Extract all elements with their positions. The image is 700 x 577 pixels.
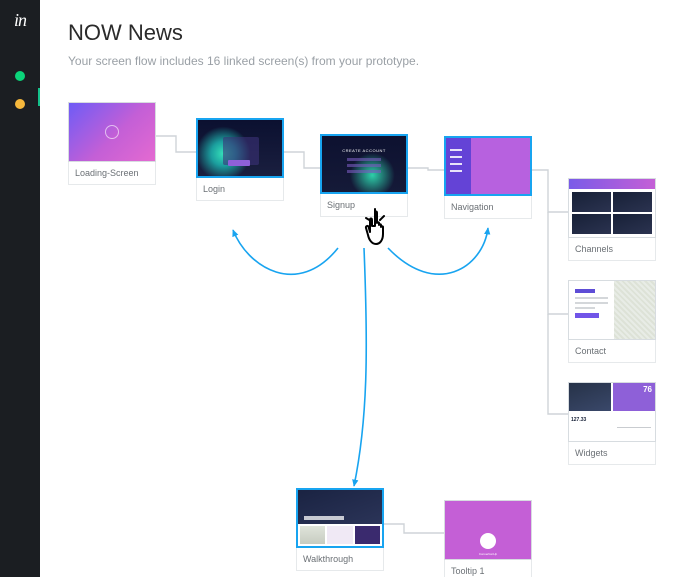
page-title: NOW News: [68, 20, 700, 46]
thumb-tooltip[interactable]: ConvertionUp: [444, 500, 532, 560]
page-subtitle: Your screen flow includes 16 linked scre…: [68, 54, 700, 68]
screen-widgets[interactable]: 76 127.33 Widgets: [568, 382, 656, 465]
widget-stat: 127.33: [571, 417, 586, 423]
dot-green[interactable]: [15, 71, 25, 81]
left-sidebar: in: [0, 0, 40, 577]
thumb-widgets[interactable]: 76 127.33: [568, 382, 656, 442]
label-navigation: Navigation: [444, 196, 532, 219]
label-signup: Signup: [320, 194, 408, 217]
screen-contact[interactable]: Contact: [568, 280, 656, 363]
flow-canvas[interactable]: Loading-Screen Login CREATE ACCOUNT Sign…: [68, 88, 700, 577]
label-login: Login: [196, 178, 284, 201]
label-tooltip: Tooltip 1: [444, 560, 532, 577]
thumb-channels[interactable]: [568, 178, 656, 238]
screen-navigation[interactable]: Navigation: [444, 136, 532, 219]
screen-loading[interactable]: Loading-Screen: [68, 102, 156, 185]
tooltip-text: ConvertionUp: [445, 552, 531, 556]
screen-tooltip[interactable]: ConvertionUp Tooltip 1: [444, 500, 532, 577]
thumb-walkthrough[interactable]: [296, 488, 384, 548]
label-walkthrough: Walkthrough: [296, 548, 384, 571]
invision-logo[interactable]: in: [14, 10, 26, 31]
screen-signup[interactable]: CREATE ACCOUNT Signup: [320, 134, 408, 217]
dot-orange[interactable]: [15, 99, 25, 109]
screen-login[interactable]: Login: [196, 118, 284, 201]
thumb-login[interactable]: [196, 118, 284, 178]
widget-number: 76: [613, 383, 655, 411]
label-widgets: Widgets: [568, 442, 656, 465]
label-channels: Channels: [568, 238, 656, 261]
app-root: in NOW News Your screen flow includes 16…: [0, 0, 700, 577]
signup-thumb-heading: CREATE ACCOUNT: [322, 148, 406, 153]
label-contact: Contact: [568, 340, 656, 363]
main-content: NOW News Your screen flow includes 16 li…: [40, 0, 700, 577]
thumb-contact[interactable]: [568, 280, 656, 340]
thumb-navigation[interactable]: [444, 136, 532, 196]
thumb-loading[interactable]: [68, 102, 156, 162]
status-dots: [15, 71, 25, 109]
screen-walkthrough[interactable]: Walkthrough: [296, 488, 384, 571]
screen-channels[interactable]: Channels: [568, 178, 656, 261]
thumb-signup[interactable]: CREATE ACCOUNT: [320, 134, 408, 194]
label-loading: Loading-Screen: [68, 162, 156, 185]
